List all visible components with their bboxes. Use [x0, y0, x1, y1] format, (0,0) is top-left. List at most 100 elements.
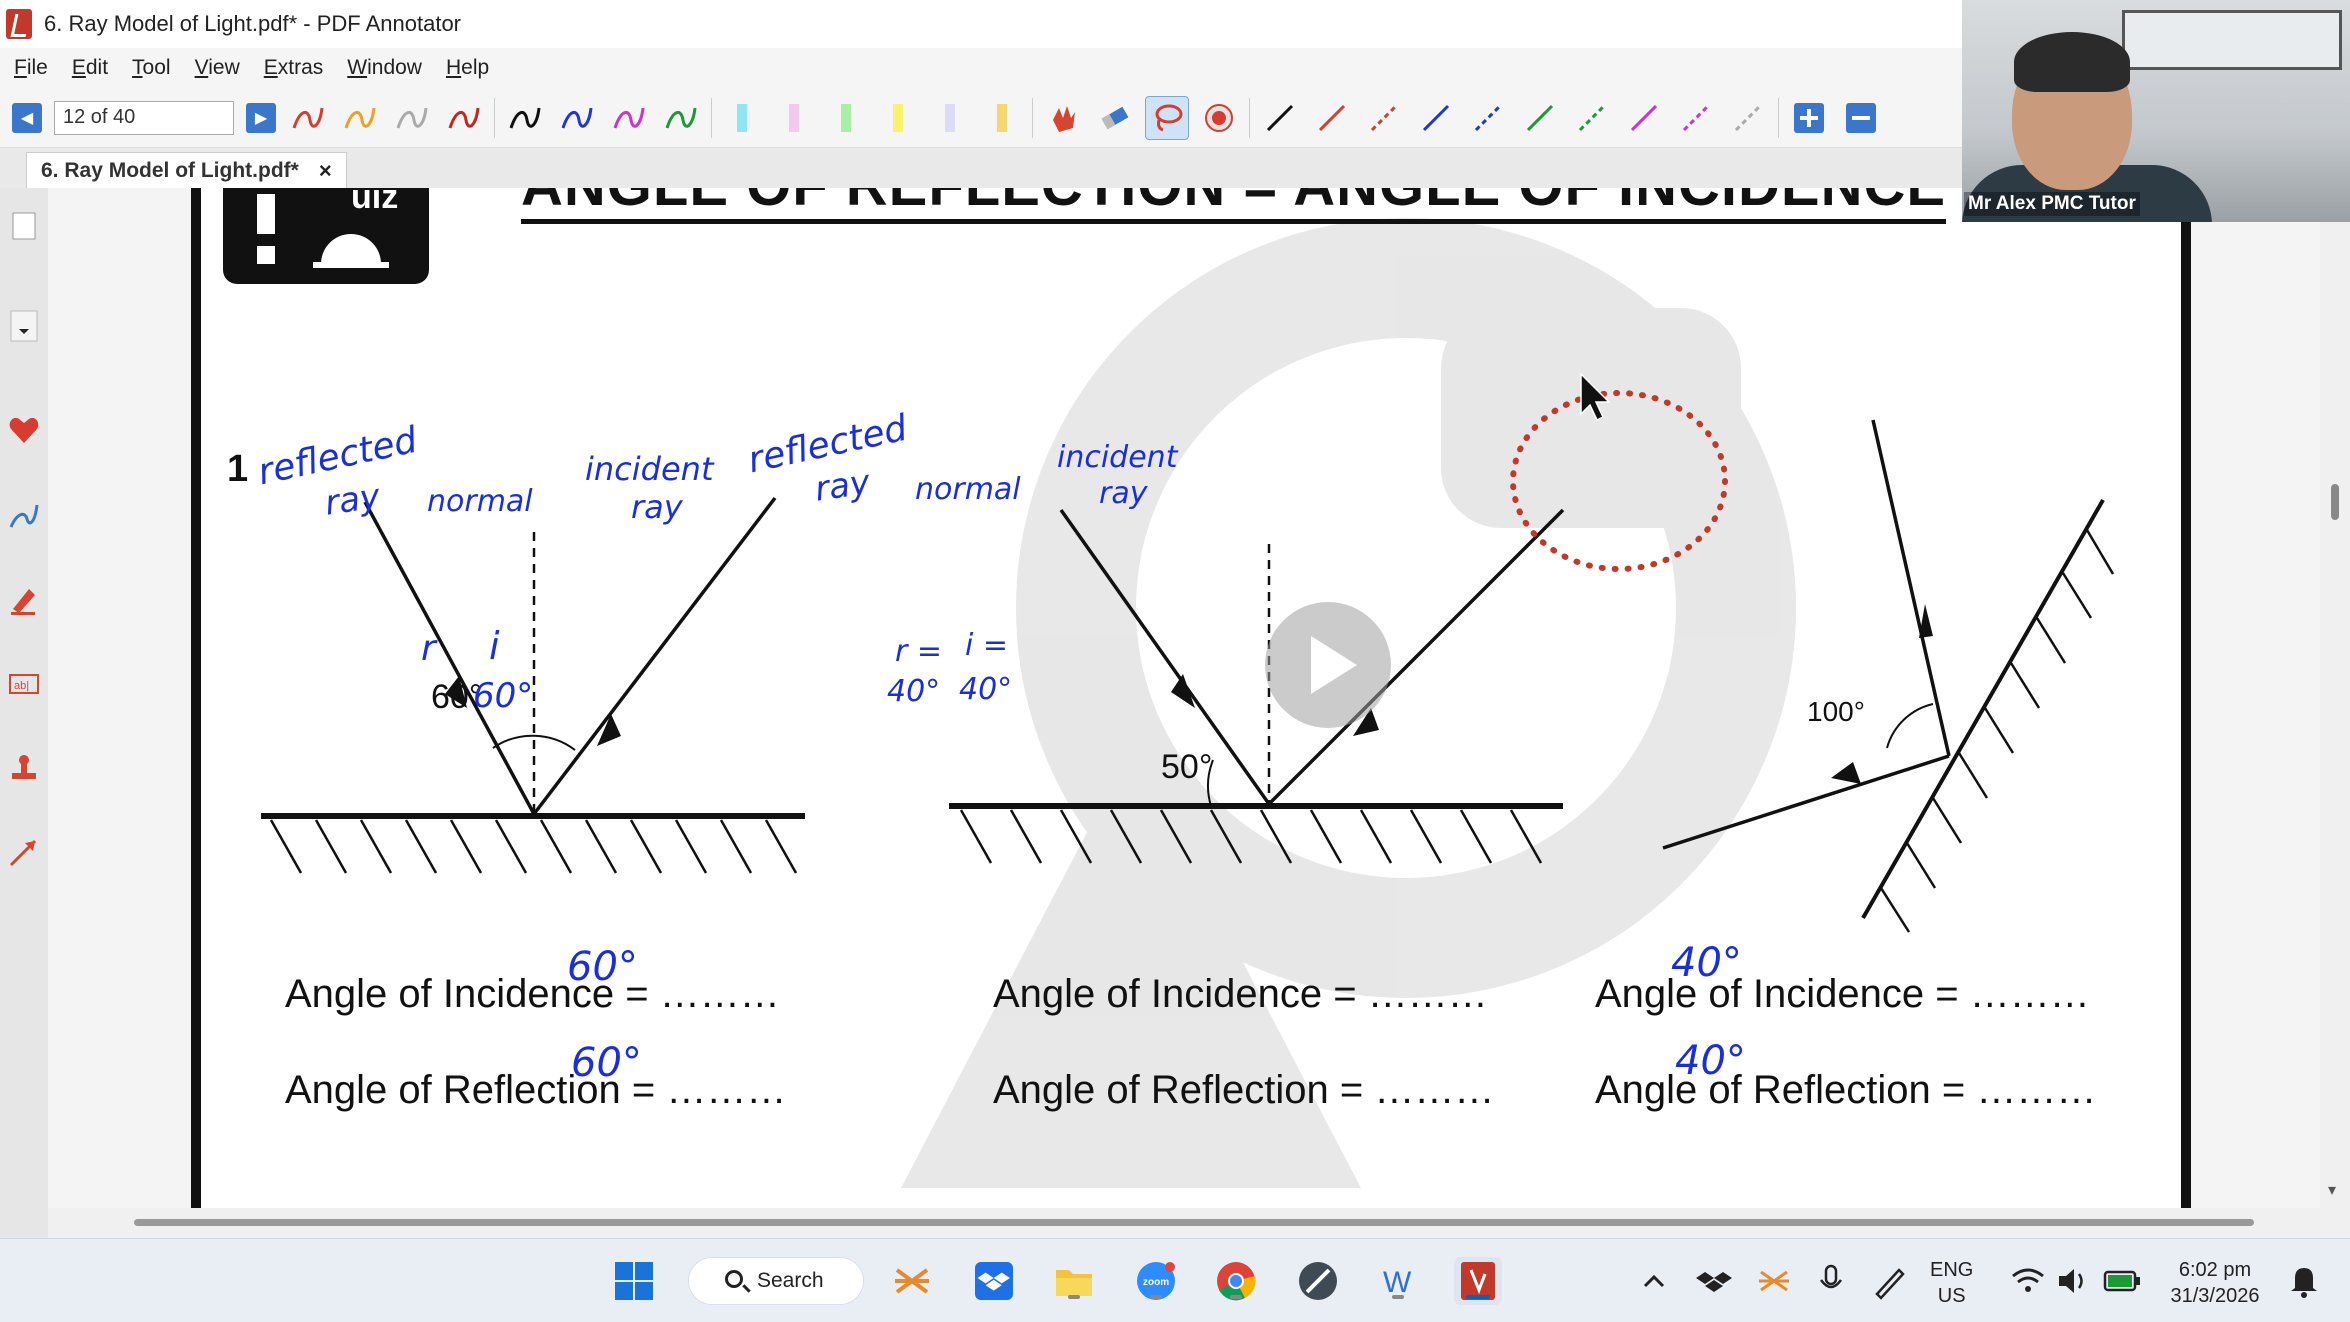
- favorites-heart-icon[interactable]: [4, 410, 44, 450]
- zoom-in-icon[interactable]: [1787, 96, 1831, 140]
- page-thumbnail-icon[interactable]: [4, 206, 44, 246]
- svg-text:ab|: ab|: [14, 680, 29, 692]
- orange-app-icon[interactable]: [888, 1257, 936, 1305]
- highlighter-gold-icon[interactable]: [980, 96, 1024, 140]
- show-hidden-icons-chevron-icon[interactable]: [1630, 1257, 1678, 1305]
- vertical-scrollbar[interactable]: ▾: [2320, 188, 2350, 1208]
- orange-tray-icon[interactable]: [1750, 1257, 1798, 1305]
- previous-page-button[interactable]: ◀: [12, 102, 42, 133]
- wifi-icon[interactable]: [2004, 1257, 2052, 1305]
- svg-text:uiz: uiz: [351, 188, 398, 216]
- stamp-tool-icon[interactable]: [4, 748, 44, 788]
- hw-r-eq: r =: [895, 634, 943, 669]
- svg-text:zoom: zoom: [1143, 1277, 1169, 1288]
- notification-bell-icon[interactable]: [2280, 1257, 2328, 1305]
- pen-tool-icon[interactable]: [4, 496, 44, 536]
- question-number: 1: [227, 448, 249, 490]
- dropbox-icon[interactable]: [970, 1257, 1018, 1305]
- highlighter-lavender-icon[interactable]: [928, 96, 972, 140]
- pen-red-icon[interactable]: [286, 96, 330, 140]
- line-magenta-icon[interactable]: [1622, 96, 1666, 140]
- pen-orange-icon[interactable]: [338, 96, 382, 140]
- dropbox-tray-icon[interactable]: [1690, 1257, 1738, 1305]
- highlighter-green-icon[interactable]: [824, 96, 868, 140]
- highlighter-pink-icon[interactable]: [772, 96, 816, 140]
- line-magenta-dashed-icon[interactable]: [1674, 96, 1718, 140]
- scroll-down-arrow-icon[interactable]: ▾: [2328, 1180, 2336, 1200]
- highlighter-yellow-icon[interactable]: [876, 96, 920, 140]
- hw-normal-1: normal: [427, 484, 533, 519]
- pen-magenta-icon[interactable]: [607, 96, 651, 140]
- arrow-tool-icon[interactable]: [4, 832, 44, 872]
- menu-window[interactable]: Window: [347, 56, 422, 80]
- horizontal-scrollbar[interactable]: [48, 1208, 2320, 1238]
- line-black-icon[interactable]: [1258, 96, 1302, 140]
- microphone-tray-icon[interactable]: [1808, 1257, 1856, 1305]
- start-windows-icon[interactable]: [610, 1257, 658, 1305]
- eraser-icon[interactable]: [1093, 96, 1137, 140]
- pen-gray-icon[interactable]: [390, 96, 434, 140]
- horizontal-scroll-thumb[interactable]: [134, 1219, 2254, 1226]
- language-indicator[interactable]: ENG US: [1930, 1257, 1973, 1309]
- close-tab-icon[interactable]: ×: [319, 158, 332, 184]
- file-explorer-icon[interactable]: [1050, 1257, 1098, 1305]
- whiteboard-w-icon[interactable]: W: [1374, 1257, 1422, 1305]
- incidence-answer-1: Angle of Incidence = ………: [285, 972, 780, 1016]
- window-title: 6. Ray Model of Light.pdf* - PDF Annotat…: [44, 11, 462, 36]
- lasso-icon[interactable]: [1145, 95, 1189, 140]
- zoom-out-icon[interactable]: [1839, 96, 1883, 140]
- hw-i-40: 40°: [959, 672, 1013, 707]
- chrome-icon[interactable]: [1212, 1257, 1260, 1305]
- line-red-icon[interactable]: [1310, 96, 1354, 140]
- reflection-answer-3: Angle of Reflection = ………: [1595, 1068, 2097, 1112]
- incidence-answer-2: Angle of Incidence = ………: [993, 972, 1488, 1016]
- line-green-icon[interactable]: [1518, 96, 1562, 140]
- menu-edit[interactable]: Edit: [72, 56, 108, 80]
- highlighter-cyan-icon[interactable]: [720, 96, 764, 140]
- line-blue-icon[interactable]: [1414, 96, 1458, 140]
- vertical-scroll-thumb[interactable]: [2331, 484, 2339, 520]
- clock[interactable]: 6:02 pm 31/3/2026: [2150, 1257, 2280, 1309]
- safari-style-icon[interactable]: [1294, 1257, 1342, 1305]
- document-tab-bar: 6. Ray Model of Light.pdf* ×: [0, 148, 1962, 188]
- line-green-dashed-icon[interactable]: [1570, 96, 1614, 140]
- presenter-hair: [2014, 32, 2130, 92]
- menu-extras[interactable]: Extras: [264, 56, 324, 80]
- pen-darkred-icon[interactable]: [442, 96, 486, 140]
- watermark-logo: [901, 218, 1796, 1188]
- dropdown-arrow-icon[interactable]: [4, 306, 44, 346]
- diagram-3-angle-label: 100°: [1807, 696, 1865, 727]
- pen-black-icon[interactable]: [503, 96, 547, 140]
- text-tool-icon[interactable]: ab|: [4, 664, 44, 704]
- volume-icon[interactable]: [2050, 1257, 2098, 1305]
- document-tab[interactable]: 6. Ray Model of Light.pdf* ×: [26, 152, 347, 188]
- menu-view[interactable]: View: [195, 56, 240, 80]
- hw-answer-incidence-1: 60°: [567, 944, 638, 990]
- taskbar-search[interactable]: Search: [688, 1257, 864, 1305]
- quiz-icon: uiz: [223, 188, 429, 284]
- document-view[interactable]: uiz 1 60° 50° 100° Angle of Incidence = …: [48, 188, 2338, 1208]
- line-blue-dashed-icon[interactable]: [1466, 96, 1510, 140]
- hw-ray-4: ray: [1099, 476, 1148, 511]
- menu-file[interactable]: File: [14, 56, 48, 80]
- battery-icon[interactable]: [2098, 1257, 2146, 1305]
- menu-help[interactable]: Help: [446, 56, 489, 80]
- line-gray-dashed-icon[interactable]: [1726, 96, 1770, 140]
- zoom-app-icon[interactable]: zoom: [1132, 1257, 1180, 1305]
- hw-r-40: 40°: [887, 674, 941, 709]
- hand-icon[interactable]: [1041, 96, 1085, 140]
- marker-tool-icon[interactable]: [4, 580, 44, 620]
- hw-answer-reflection-1: 60°: [571, 1040, 642, 1086]
- hw-i-eq: i =: [965, 628, 1009, 663]
- line-red-dashed-icon[interactable]: [1362, 96, 1406, 140]
- pen-blue-icon[interactable]: [555, 96, 599, 140]
- left-tool-rail: ab|: [0, 188, 48, 1238]
- record-icon[interactable]: [1197, 96, 1241, 140]
- menu-tool[interactable]: Tool: [132, 56, 171, 80]
- video-play-button[interactable]: [1265, 602, 1391, 728]
- pen-tray-icon[interactable]: [1866, 1257, 1914, 1305]
- pdf-annotator-taskbar-icon[interactable]: [1454, 1257, 1502, 1305]
- pen-green-icon[interactable]: [659, 96, 703, 140]
- page-number-field[interactable]: [54, 100, 234, 135]
- next-page-button[interactable]: ▶: [246, 102, 276, 133]
